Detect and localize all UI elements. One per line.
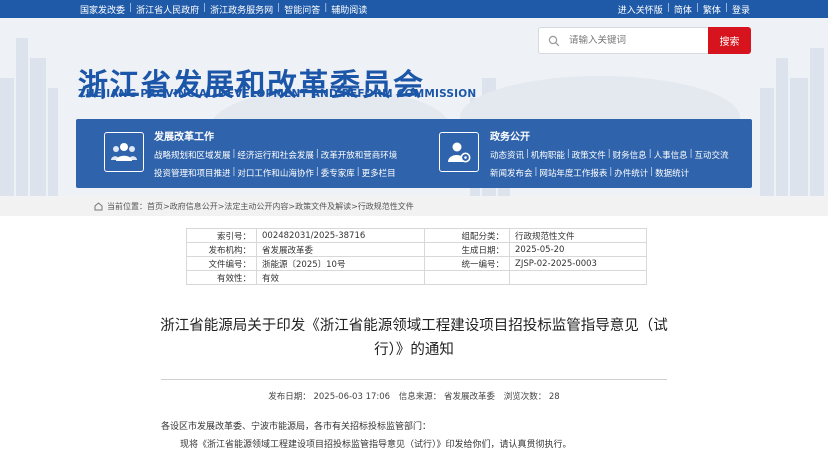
nav-row-development-2: 投资管理和项目推进 | 对口工作和山海协作 | 委专家库 | 更多栏目 [154, 167, 396, 179]
search-button[interactable]: 搜索 [708, 27, 751, 54]
link-assist-reading[interactable]: 辅助阅读 [331, 3, 367, 16]
link-simplified[interactable]: 简体 [674, 3, 692, 16]
nav-row-public-1: 动态资讯 | 机构职能 | 政策文件 | 财务信息 | 人事信息 | 互动交流 [490, 149, 729, 161]
breadcrumb: 当前位置： 首页 > 政府信息公开 > 法定主动公开内容 > 政策文件及解读 > 行政规… [0, 196, 828, 216]
meta-index-label: 索引号： [186, 228, 257, 243]
table-row: 有效性： 有效 [186, 270, 647, 285]
body-paragraph: 现将《浙江省能源领域工程建设项目招投标监管指导意见（试行）》印发给你们，请认真贯… [180, 440, 572, 450]
meta-category-value: 行政规范性文件 [509, 228, 647, 243]
breadcrumb-statutory[interactable]: 法定主动公开内容 [224, 201, 288, 212]
nav-link-press[interactable]: 新闻发布会 [490, 167, 533, 179]
nav-link-case-stats[interactable]: 办件统计 [614, 167, 648, 179]
search-icon [539, 35, 569, 47]
search-input[interactable] [569, 35, 699, 46]
view-count: 浏览次数： 28 [503, 392, 560, 402]
search-box [538, 27, 710, 54]
meta-issuer-value: 省发展改革委 [256, 242, 425, 257]
link-ndrc[interactable]: 国家发改委 [80, 3, 125, 16]
nav-link-economy[interactable]: 经济运行和社会发展 [237, 149, 314, 161]
nav-panel: 发展改革工作 战略规划和区域发展 | 经济运行和社会发展 | 改革开放和营商环境 投… [76, 119, 752, 188]
meta-docno-label: 文件编号： [186, 256, 257, 271]
breadcrumb-home[interactable]: 首页 [147, 201, 163, 212]
nav-title-development: 发展改革工作 [154, 132, 214, 143]
document-metadata-table: 索引号： 002482031/2025-38716 组配分类： 行政规范性文件 … [186, 228, 647, 285]
meta-validity-value: 有效 [256, 270, 425, 285]
location-icon [94, 202, 103, 211]
publish-date: 发布日期： 2025-06-03 17:06 [268, 392, 391, 402]
nav-link-partnership[interactable]: 对口工作和山海协作 [237, 167, 314, 179]
table-row: 文件编号： 浙能源〔2025〕10号 统一编号： ZJSP-02-2025-00… [186, 256, 647, 271]
nav-link-more[interactable]: 更多栏目 [362, 167, 396, 179]
top-links-left: 国家发改委 | 浙江省人民政府 | 浙江政务服务网 | 智能问答 | 辅助阅读 [80, 3, 368, 16]
nav-link-news[interactable]: 动态资讯 [490, 149, 524, 161]
people-icon [104, 132, 144, 172]
nav-link-personnel[interactable]: 人事信息 [654, 149, 688, 161]
meta-docno-value: 浙能源〔2025〕10号 [256, 256, 425, 271]
user-settings-icon [439, 132, 479, 172]
table-row: 索引号： 002482031/2025-38716 组配分类： 行政规范性文件 [186, 228, 647, 243]
nav-link-reform[interactable]: 改革开放和营商环境 [321, 149, 398, 161]
article-body: 各设区市发展改革委、宁波市能源局，各市有关招标投标监管部门： 现将《浙江省能源领… [161, 418, 572, 454]
info-source: 信息来源： 省发展改革委 [398, 392, 495, 402]
divider [161, 379, 667, 380]
breadcrumb-normative[interactable]: 行政规范性文件 [358, 201, 414, 212]
nav-row-public-2: 新闻发布会 | 网站年度工作报表 | 办件统计 | 数据统计 [490, 167, 690, 179]
link-care-mode[interactable]: 进入关怀版 [618, 3, 663, 16]
nav-link-annual-report[interactable]: 网站年度工作报表 [539, 167, 607, 179]
site-title-english: ZHEJIANG PROVINCIAL DEVELOPMENT AND REFO… [78, 88, 477, 100]
nav-link-functions[interactable]: 机构职能 [531, 149, 565, 161]
breadcrumb-policy[interactable]: 政策文件及解读 [295, 201, 351, 212]
link-zj-gov[interactable]: 浙江省人民政府 [136, 3, 199, 16]
meta-unified-label: 统一编号： [424, 256, 510, 271]
link-zj-service[interactable]: 浙江政务服务网 [210, 3, 273, 16]
top-bar: 国家发改委 | 浙江省人民政府 | 浙江政务服务网 | 智能问答 | 辅助阅读 进入关怀… [0, 0, 828, 18]
nav-section-development: 发展改革工作 战略规划和区域发展 | 经济运行和社会发展 | 改革开放和营商环境 投… [76, 119, 406, 188]
nav-link-data-stats[interactable]: 数据统计 [655, 167, 689, 179]
breadcrumb-gov-info[interactable]: 政府信息公开 [170, 201, 218, 212]
meta-empty-cell [509, 270, 647, 285]
meta-created-label: 生成日期： [424, 242, 510, 257]
nav-link-experts[interactable]: 委专家库 [321, 167, 355, 179]
nav-title-public: 政务公开 [490, 132, 530, 143]
meta-issuer-label: 发布机构： [186, 242, 257, 257]
link-smart-qa[interactable]: 智能问答 [284, 3, 320, 16]
table-row: 发布机构： 省发展改革委 生成日期： 2025-05-20 [186, 242, 647, 257]
nav-link-finance[interactable]: 财务信息 [613, 149, 647, 161]
breadcrumb-prefix: 当前位置： [107, 202, 147, 211]
meta-category-label: 组配分类： [424, 228, 510, 243]
meta-empty-cell [424, 270, 510, 285]
body-paragraph: 各设区市发展改革委、宁波市能源局，各市有关招标投标监管部门： [161, 422, 432, 432]
article-title: 浙江省能源局关于印发《浙江省能源领域工程建设项目招投标监管指导意见（试行）》的通… [160, 318, 668, 358]
nav-row-development-1: 战略规划和区域发展 | 经济运行和社会发展 | 改革开放和营商环境 [154, 149, 398, 161]
meta-index-value: 002482031/2025-38716 [256, 228, 425, 243]
top-links-right: 进入关怀版 | 简体 | 繁体 | 登录 [617, 3, 750, 16]
link-login[interactable]: 登录 [732, 3, 750, 16]
nav-link-strategy[interactable]: 战略规划和区域发展 [154, 149, 231, 161]
nav-section-public: 政务公开 动态资讯 | 机构职能 | 政策文件 | 财务信息 | 人事信息 | 互动交流 … [412, 119, 752, 188]
nav-link-investment[interactable]: 投资管理和项目推进 [154, 167, 231, 179]
meta-created-value: 2025-05-20 [509, 242, 647, 257]
publish-info: 发布日期： 2025-06-03 17:06 信息来源： 省发展改革委 浏览次数… [0, 390, 828, 402]
link-traditional[interactable]: 繁体 [703, 3, 721, 16]
meta-validity-label: 有效性： [186, 270, 257, 285]
meta-unified-value: ZJSP-02-2025-0003 [509, 256, 647, 271]
nav-link-interaction[interactable]: 互动交流 [694, 149, 728, 161]
nav-link-policy[interactable]: 政策文件 [572, 149, 606, 161]
